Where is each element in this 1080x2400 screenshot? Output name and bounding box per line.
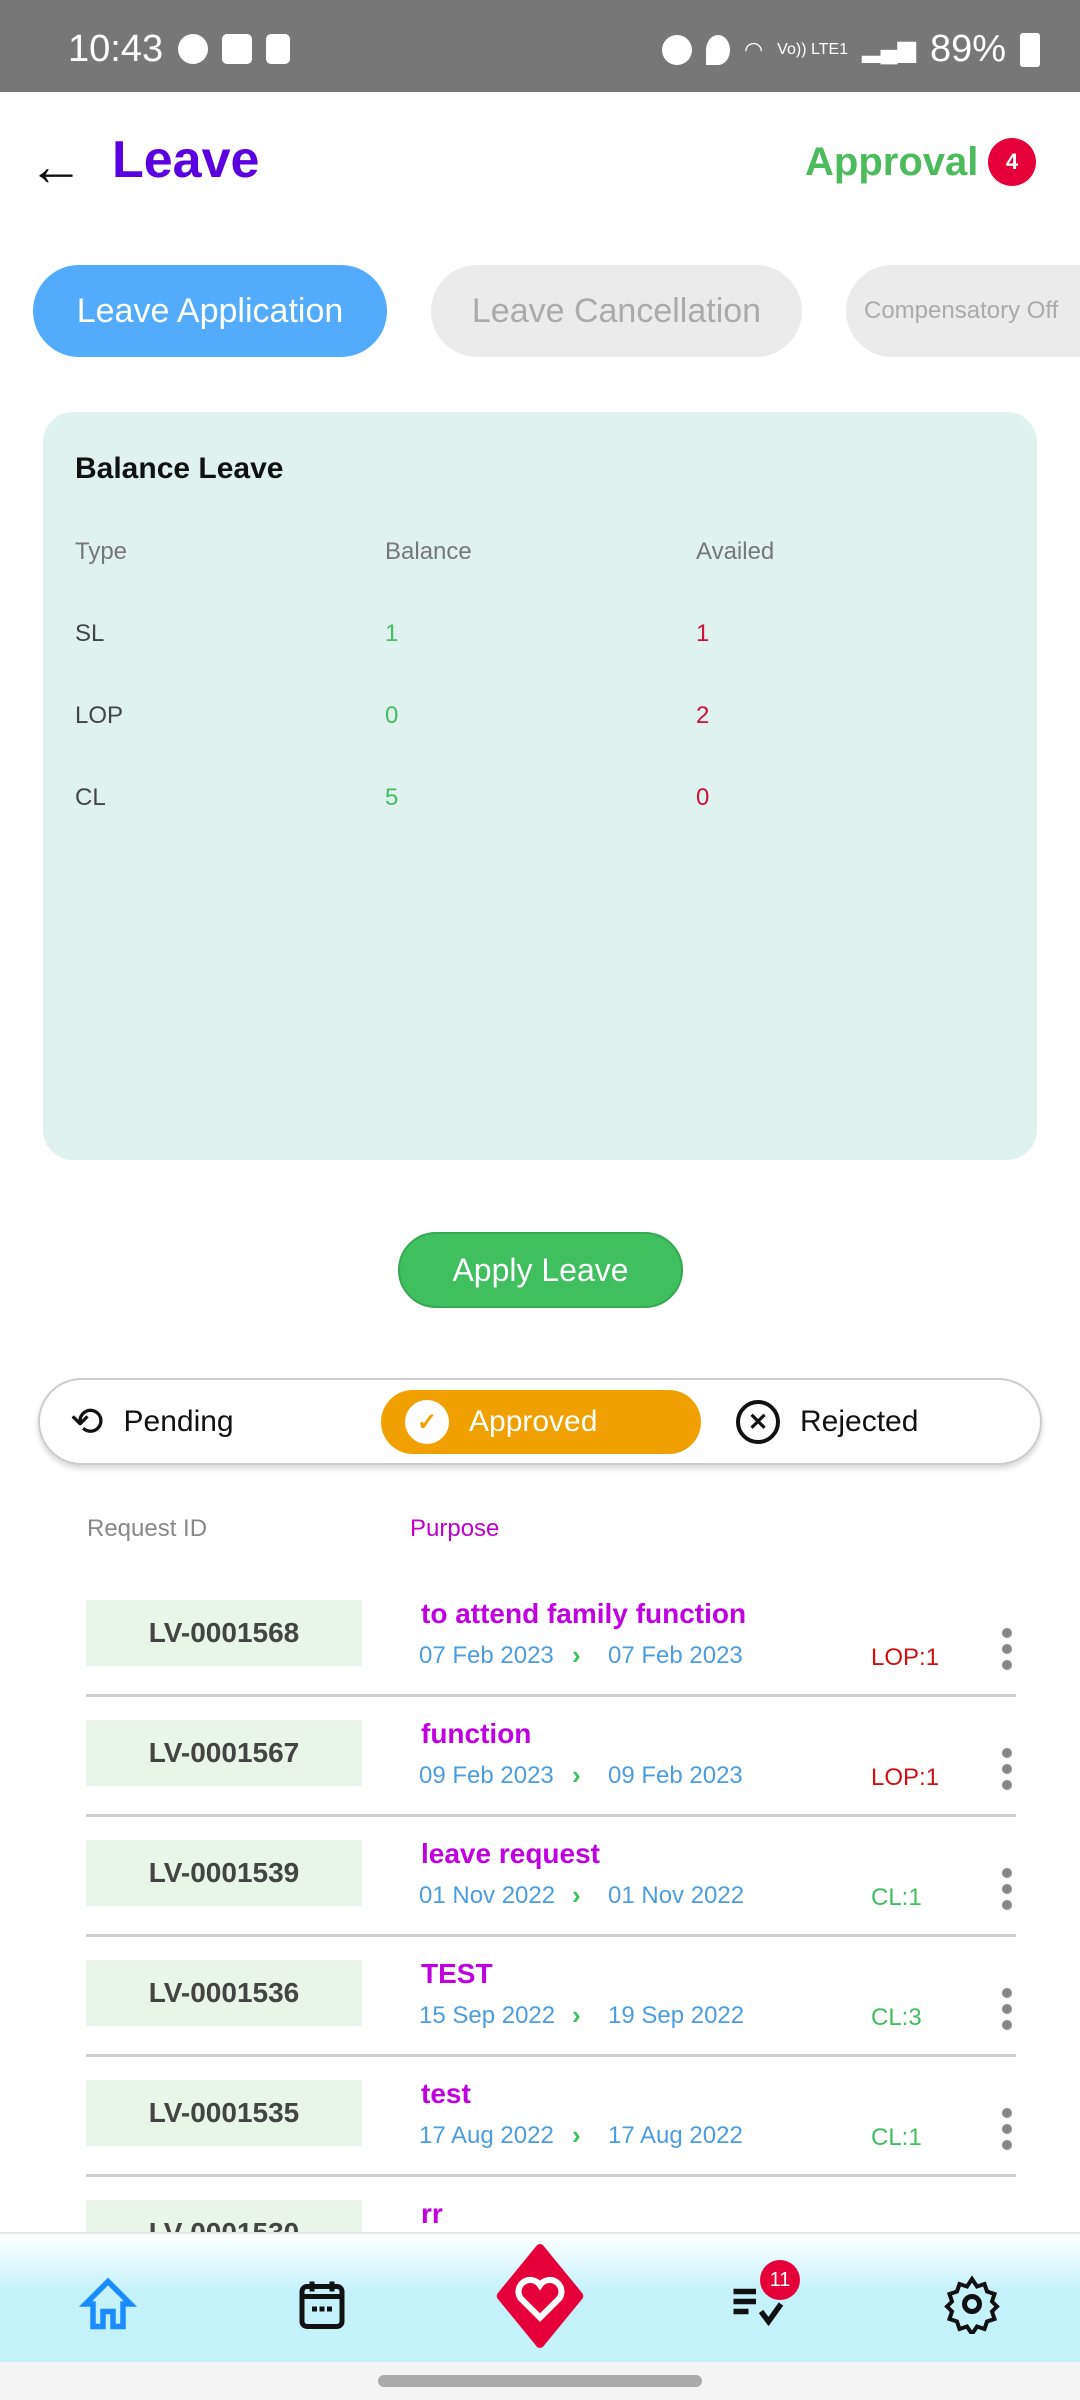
tab-leave-cancellation[interactable]: Leave Cancellation xyxy=(431,265,802,357)
purpose: to attend family function xyxy=(421,1598,747,1629)
divider xyxy=(86,2054,1016,2057)
balance-type: CL xyxy=(75,784,106,811)
divider xyxy=(86,2174,1016,2177)
request-id: LV-0001567 xyxy=(86,1720,362,1786)
balance-type: LOP xyxy=(75,702,124,729)
battery-text: 89% xyxy=(929,28,1006,70)
approval-link[interactable]: Approval xyxy=(805,140,978,185)
heart-icon[interactable] xyxy=(488,2244,592,2348)
leave-type-count: CL:1 xyxy=(871,2124,922,2151)
network-label: Vo)) LTE1 xyxy=(777,40,849,58)
more-vert-icon[interactable] xyxy=(1002,2108,1014,2150)
notification-icons xyxy=(178,34,290,64)
leave-type-count: LOP:1 xyxy=(871,1644,940,1671)
to-date: 07 Feb 2023 xyxy=(608,1642,743,1669)
status-filter: ⟲ Pending ✓ Approved ✕ Rejected xyxy=(38,1378,1042,1465)
battery-icon xyxy=(1020,32,1040,67)
tab-leave-application[interactable]: Leave Application xyxy=(33,265,387,357)
filter-rejected[interactable]: ✕ Rejected xyxy=(736,1390,918,1454)
to-date: 09 Feb 2023 xyxy=(608,1762,743,1789)
purpose: leave request xyxy=(421,1838,600,1869)
from-date: 07 Feb 2023 xyxy=(419,1642,554,1669)
chevron-right-icon: › xyxy=(572,1640,581,1670)
availed-value: 2 xyxy=(696,702,710,729)
page-title: Leave xyxy=(112,131,260,189)
chevron-right-icon: › xyxy=(572,2000,581,2030)
home-indicator[interactable] xyxy=(378,2375,702,2387)
filter-approved[interactable]: ✓ Approved xyxy=(381,1390,701,1454)
header-balance: Balance xyxy=(385,538,472,565)
balance-value: 1 xyxy=(385,620,399,647)
from-date: 15 Sep 2022 xyxy=(419,2002,556,2029)
table-row[interactable]: LV-0001567 function 09 Feb 2023 › 09 Feb… xyxy=(86,1718,1016,1838)
settings-icon[interactable] xyxy=(942,2274,1002,2334)
wifi-icon: ◠ xyxy=(743,36,764,62)
home-icon[interactable] xyxy=(78,2274,138,2334)
balance-type: SL xyxy=(75,620,105,647)
table-row[interactable]: LV-0001568 to attend family function 07 … xyxy=(86,1598,1016,1718)
history-icon: ⟲ xyxy=(70,1400,104,1444)
balance-value: 0 xyxy=(385,702,399,729)
from-date: 01 Nov 2022 xyxy=(419,1882,556,1909)
column-request-id: Request ID xyxy=(87,1515,208,1542)
divider xyxy=(86,1814,1016,1817)
apply-leave-button[interactable]: Apply Leave xyxy=(398,1232,683,1308)
leave-type-count: CL:1 xyxy=(871,1884,922,1911)
divider xyxy=(86,1694,1016,1697)
header-availed: Availed xyxy=(696,538,775,565)
pending-label: Pending xyxy=(123,1405,234,1438)
column-purpose: Purpose xyxy=(410,1515,500,1542)
chevron-right-icon: › xyxy=(572,1760,581,1790)
more-vert-icon[interactable] xyxy=(1002,1988,1014,2030)
purpose: function xyxy=(421,1718,532,1749)
signal-icon: ▂▄▆ xyxy=(862,36,916,63)
calendar-icon[interactable] xyxy=(292,2274,352,2334)
status-bar: 10:43 ◠ Vo)) LTE1 ▂▄▆ 89% xyxy=(0,0,1080,92)
leave-type-count: CL:3 xyxy=(871,2004,922,2031)
availed-value: 1 xyxy=(696,620,710,647)
alarm-icon xyxy=(661,34,692,65)
purpose: test xyxy=(421,2078,471,2109)
tasks-badge: 11 xyxy=(760,2260,800,2300)
header-type: Type xyxy=(75,538,128,565)
balance-value: 5 xyxy=(385,784,399,811)
request-id: LV-0001568 xyxy=(86,1600,362,1666)
cancel-circle-icon: ✕ xyxy=(736,1400,780,1444)
balance-leave-card: Balance Leave Type Balance Availed SL 1 … xyxy=(43,412,1037,1160)
purpose: TEST xyxy=(421,1958,493,1989)
location-icon xyxy=(705,34,730,65)
rejected-label: Rejected xyxy=(800,1405,919,1438)
tab-compensatory[interactable]: Compensatory Off xyxy=(846,265,1080,357)
to-date: 17 Aug 2022 xyxy=(608,2122,743,2149)
chevron-right-icon: › xyxy=(572,1880,581,1910)
more-vert-icon[interactable] xyxy=(1002,1868,1014,1910)
to-date: 01 Nov 2022 xyxy=(608,1882,745,1909)
availed-value: 0 xyxy=(696,784,710,811)
table-row[interactable]: LV-0001536 TEST 15 Sep 2022 › 19 Sep 202… xyxy=(86,1958,1016,2078)
approval-count-badge: 4 xyxy=(988,138,1036,186)
status-time: 10:43 xyxy=(68,28,164,70)
bottom-nav: 11 xyxy=(0,2232,1080,2362)
more-vert-icon[interactable] xyxy=(1002,1748,1014,1790)
filter-pending[interactable]: ⟲ Pending xyxy=(70,1390,234,1454)
back-arrow-icon[interactable]: ← xyxy=(28,138,84,194)
request-id: LV-0001536 xyxy=(86,1960,362,2026)
from-date: 09 Feb 2023 xyxy=(419,1762,554,1789)
status-right: ◠ Vo)) LTE1 ▂▄▆ 89% xyxy=(661,28,1040,71)
to-date: 19 Sep 2022 xyxy=(608,2002,745,2029)
balance-title: Balance Leave xyxy=(75,452,284,485)
chevron-right-icon: › xyxy=(572,2120,581,2150)
leave-type-count: LOP:1 xyxy=(871,1764,940,1791)
table-row[interactable]: LV-0001539 leave request 01 Nov 2022 › 0… xyxy=(86,1838,1016,1958)
from-date: 17 Aug 2022 xyxy=(419,2122,554,2149)
purpose: rr xyxy=(421,2198,443,2229)
check-circle-icon: ✓ xyxy=(405,1400,449,1444)
table-row[interactable]: LV-0001535 test 17 Aug 2022 › 17 Aug 202… xyxy=(86,2078,1016,2198)
request-id: LV-0001535 xyxy=(86,2080,362,2146)
divider xyxy=(86,1934,1016,1937)
request-id: LV-0001539 xyxy=(86,1840,362,1906)
more-vert-icon[interactable] xyxy=(1002,1628,1014,1670)
approved-label: Approved xyxy=(469,1405,598,1438)
